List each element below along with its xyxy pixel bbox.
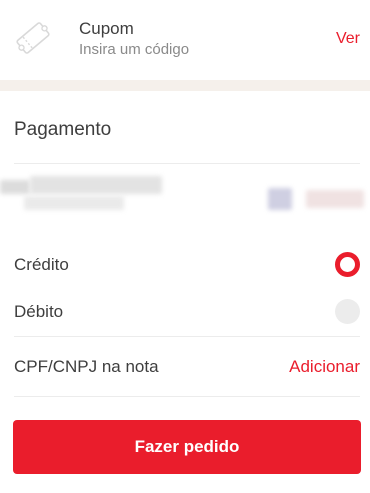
payment-option-label: Crédito	[14, 255, 69, 274]
divider	[14, 163, 360, 164]
divider	[14, 396, 360, 397]
tax-id-label: CPF/CNPJ na nota	[14, 357, 159, 376]
coupon-title: Cupom	[79, 19, 134, 38]
redacted-block	[0, 180, 30, 194]
payment-option-credit[interactable]: Crédito	[0, 246, 370, 286]
coupon-row[interactable]: Cupom Insira um código Ver	[0, 0, 370, 80]
payment-title: Pagamento	[14, 119, 112, 140]
payment-option-label: Débito	[14, 302, 64, 321]
tax-id-row: CPF/CNPJ na nota Adicionar	[0, 346, 370, 386]
redacted-block	[24, 196, 124, 210]
redacted-block	[30, 176, 162, 194]
add-tax-id-link[interactable]: Adicionar	[289, 357, 360, 377]
ticket-icon	[14, 19, 52, 57]
radio-unselected[interactable]	[335, 299, 360, 324]
selected-card-redacted[interactable]	[0, 166, 370, 232]
payment-option-debit[interactable]: Débito	[0, 293, 370, 333]
redacted-block	[268, 188, 292, 210]
place-order-button[interactable]: Fazer pedido	[13, 420, 361, 474]
section-separator	[0, 80, 370, 91]
radio-selected[interactable]	[335, 252, 360, 277]
redacted-block	[306, 190, 364, 208]
divider	[14, 336, 360, 337]
coupon-subtitle: Insira um código	[79, 41, 190, 58]
view-coupon-link[interactable]: Ver	[336, 30, 360, 48]
